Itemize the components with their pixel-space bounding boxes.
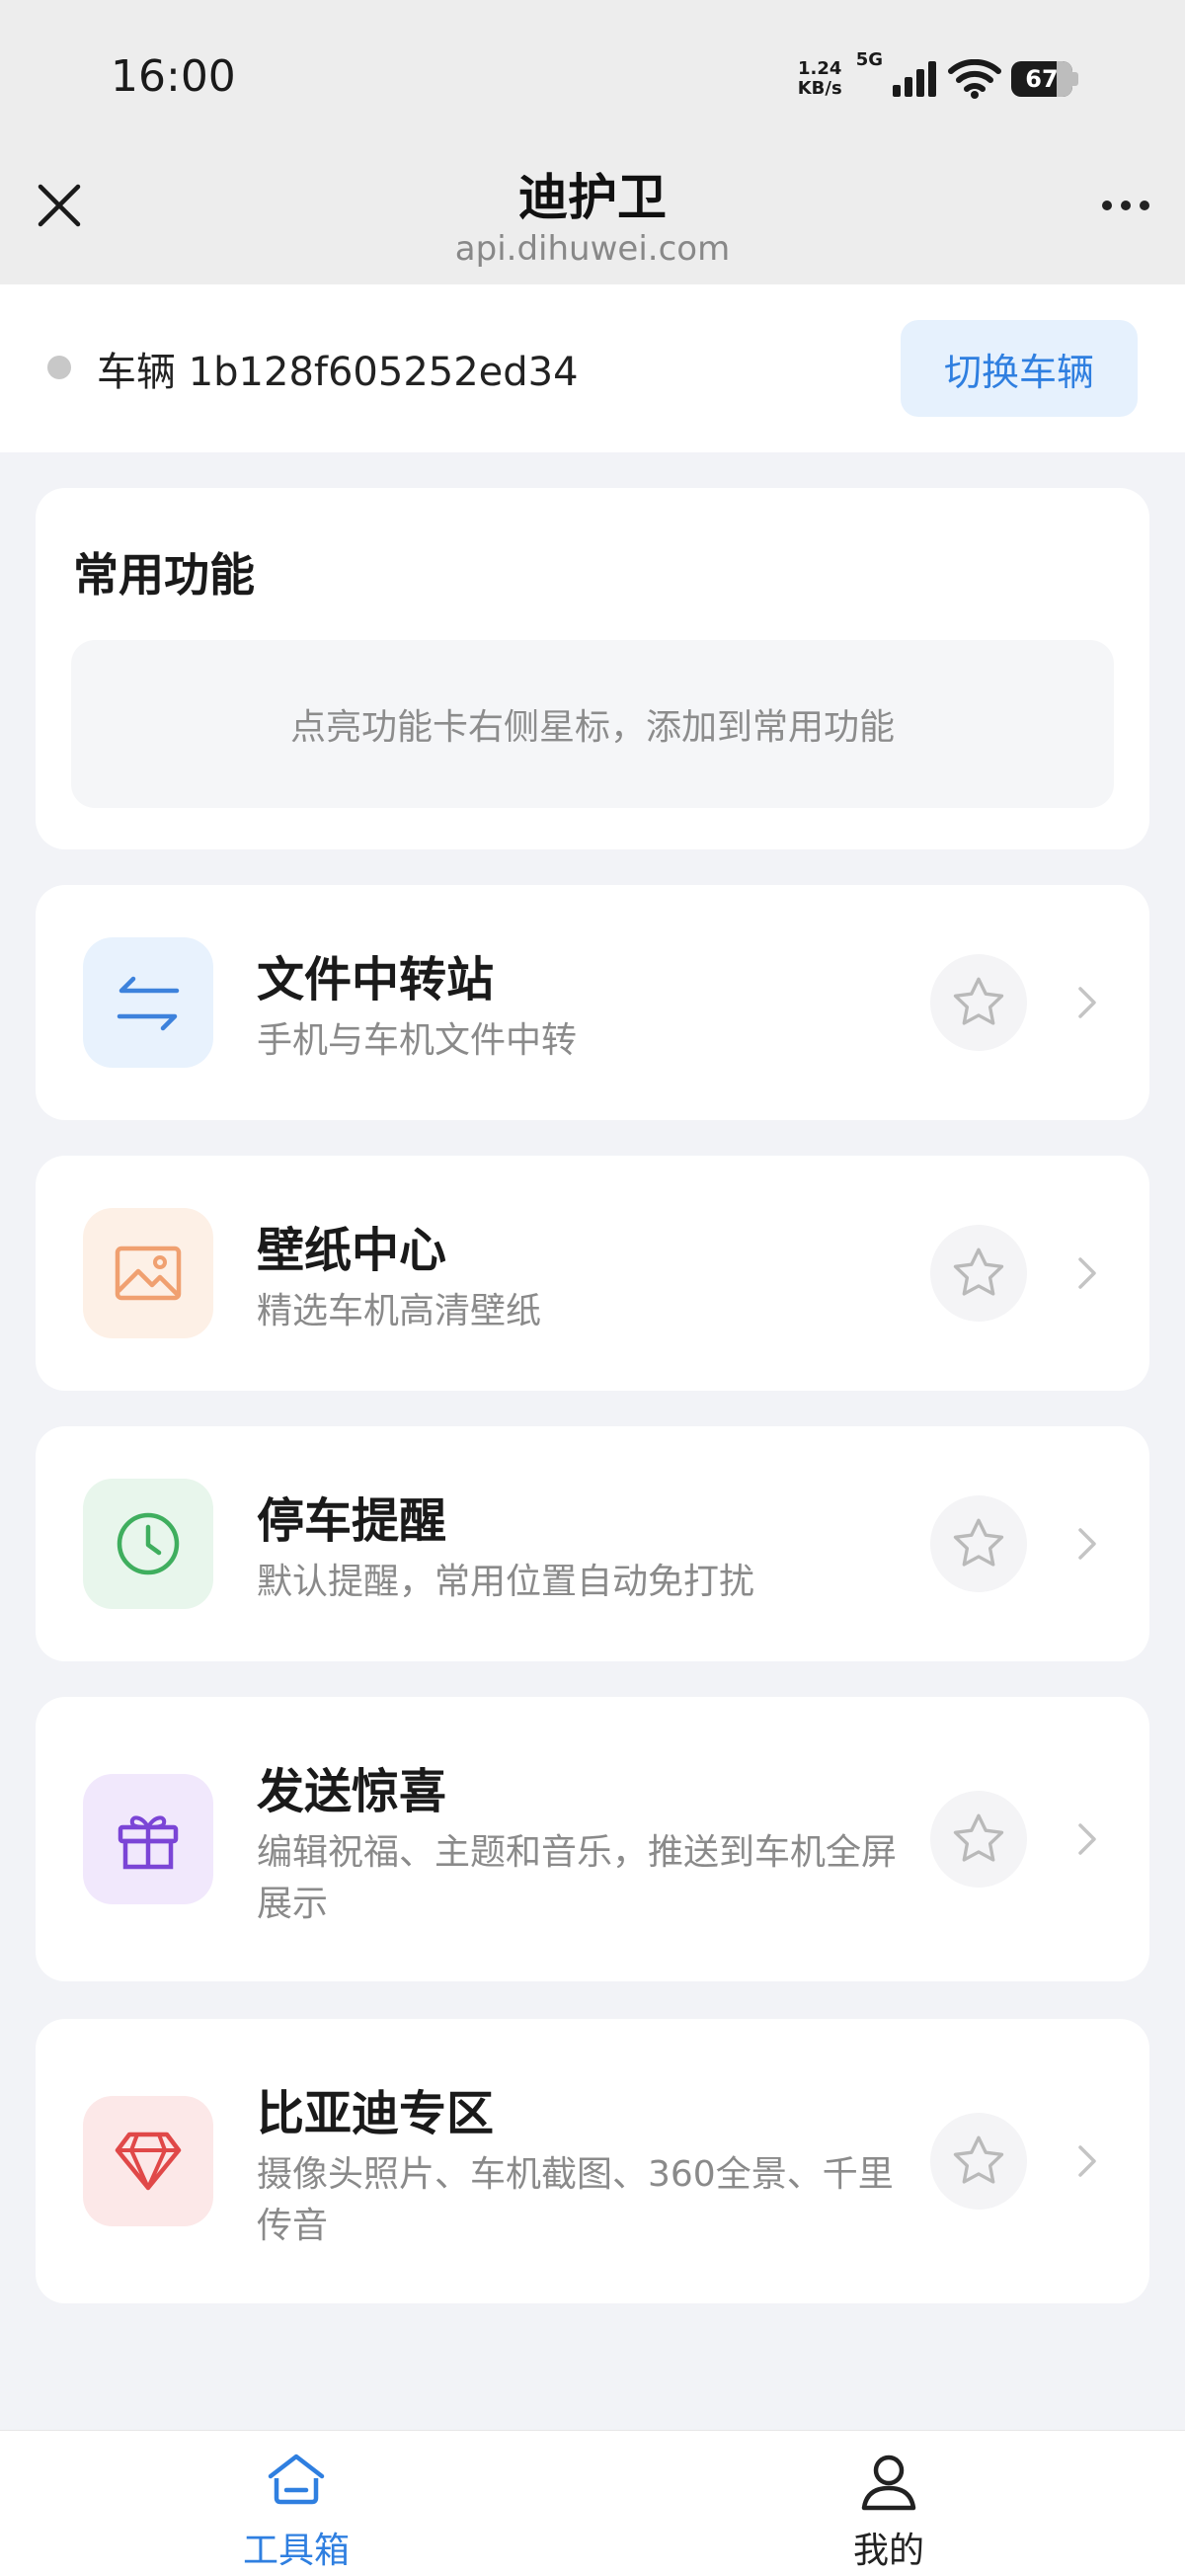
favorite-star-button[interactable] — [930, 2113, 1027, 2210]
page-url: api.dihuwei.com — [454, 229, 731, 269]
feature-card-byd-zone[interactable]: 比亚迪专区 摄像头照片、车机截图、360全景、千里传音 — [36, 2019, 1149, 2303]
diamond-icon — [115, 2132, 182, 2191]
status-bar: 16:00 1.24 KB/s 5G 67 — [0, 0, 1185, 148]
feature-name: 壁纸中心 — [257, 1223, 447, 1278]
chevron-right-icon — [1072, 1253, 1102, 1293]
feature-card-send-surprise[interactable]: 发送惊喜 编辑祝福、主题和音乐，推送到车机全屏展示 — [36, 1697, 1149, 1981]
chevron-right-icon — [1072, 1819, 1102, 1859]
feature-card-parking-reminder[interactable]: 停车提醒 默认提醒，常用位置自动免打扰 — [36, 1426, 1149, 1661]
star-icon — [953, 977, 1004, 1025]
star-icon — [953, 1248, 1004, 1296]
tab-toolbox[interactable]: 工具箱 — [0, 2431, 592, 2576]
user-icon — [861, 2455, 916, 2511]
vehicle-bar: 车辆 1b128f605252ed34 切换车辆 — [0, 284, 1185, 452]
image-icon — [115, 1246, 182, 1301]
network-type: 5G — [855, 49, 883, 70]
transfer-arrows-icon — [117, 976, 180, 1031]
feature-description: 默认提醒，常用位置自动免打扰 — [257, 1562, 755, 1602]
feature-name: 文件中转站 — [257, 952, 495, 1007]
gift-icon — [118, 1815, 179, 1870]
chevron-right-icon — [1072, 1524, 1102, 1564]
chevron-right-icon — [1072, 983, 1102, 1022]
favorite-star-button[interactable] — [930, 954, 1027, 1051]
favorite-star-button[interactable] — [930, 1791, 1027, 1888]
more-options-button[interactable] — [1088, 176, 1163, 235]
page-title: 迪护卫 — [518, 169, 667, 226]
favorite-star-button[interactable] — [930, 1225, 1027, 1322]
feature-name: 停车提醒 — [257, 1493, 447, 1549]
wifi-icon — [948, 59, 1001, 99]
favorite-star-button[interactable] — [930, 1495, 1027, 1592]
more-dot-icon — [1102, 201, 1112, 210]
feature-description: 编辑祝福、主题和音乐，推送到车机全屏展示 — [257, 1832, 898, 1924]
feature-card-wallpaper[interactable]: 壁纸中心 精选车机高清壁纸 — [36, 1156, 1149, 1391]
feature-icon-container — [83, 1208, 213, 1338]
feature-icon-container — [83, 2096, 213, 2226]
home-icon — [268, 2454, 325, 2505]
feature-description: 手机与车机文件中转 — [257, 1020, 578, 1061]
star-icon — [953, 1518, 1004, 1567]
common-functions-card: 常用功能 点亮功能卡右侧星标，添加到常用功能 — [36, 488, 1149, 849]
tab-toolbox-label: 工具箱 — [242, 2531, 350, 2571]
title-bar: 迪护卫 api.dihuwei.com — [0, 148, 1185, 284]
feature-description: 摄像头照片、车机截图、360全景、千里传音 — [257, 2154, 894, 2246]
switch-vehicle-button[interactable]: 切换车辆 — [901, 320, 1138, 417]
common-functions-empty-hint: 点亮功能卡右侧星标，添加到常用功能 — [71, 640, 1114, 808]
more-dot-icon — [1140, 201, 1149, 210]
battery-indicator: 67 — [1011, 61, 1078, 97]
network-speed: 1.24 KB/s — [798, 59, 842, 99]
feature-icon-container — [83, 937, 213, 1068]
network-speed-unit: KB/s — [797, 78, 842, 99]
common-functions-title: 常用功能 — [73, 548, 255, 602]
status-time: 16:00 — [111, 51, 236, 102]
feature-card-file-transfer[interactable]: 文件中转站 手机与车机文件中转 — [36, 885, 1149, 1120]
feature-name: 比亚迪专区 — [257, 2086, 495, 2141]
feature-description: 精选车机高清壁纸 — [257, 1291, 542, 1331]
battery-level: 67 — [1025, 65, 1059, 93]
bottom-tab-bar: 工具箱 我的 — [0, 2430, 1185, 2576]
star-icon — [953, 1813, 1004, 1862]
feature-icon-container — [83, 1479, 213, 1609]
cellular-signal-icon — [893, 61, 936, 97]
vehicle-label: 车辆 1b128f605252ed34 — [97, 350, 579, 395]
tab-me[interactable]: 我的 — [592, 2431, 1185, 2576]
chevron-right-icon — [1072, 2141, 1102, 2181]
network-speed-value: 1.24 — [797, 58, 842, 79]
feature-icon-container — [83, 1774, 213, 1904]
tab-me-label: 我的 — [852, 2531, 924, 2571]
star-icon — [953, 2135, 1004, 2184]
more-dot-icon — [1121, 201, 1131, 210]
vehicle-status-dot — [47, 356, 71, 379]
status-indicators: 1.24 KB/s 5G 67 — [798, 49, 1078, 103]
clock-icon — [117, 1512, 180, 1575]
feature-name: 发送惊喜 — [257, 1764, 447, 1819]
